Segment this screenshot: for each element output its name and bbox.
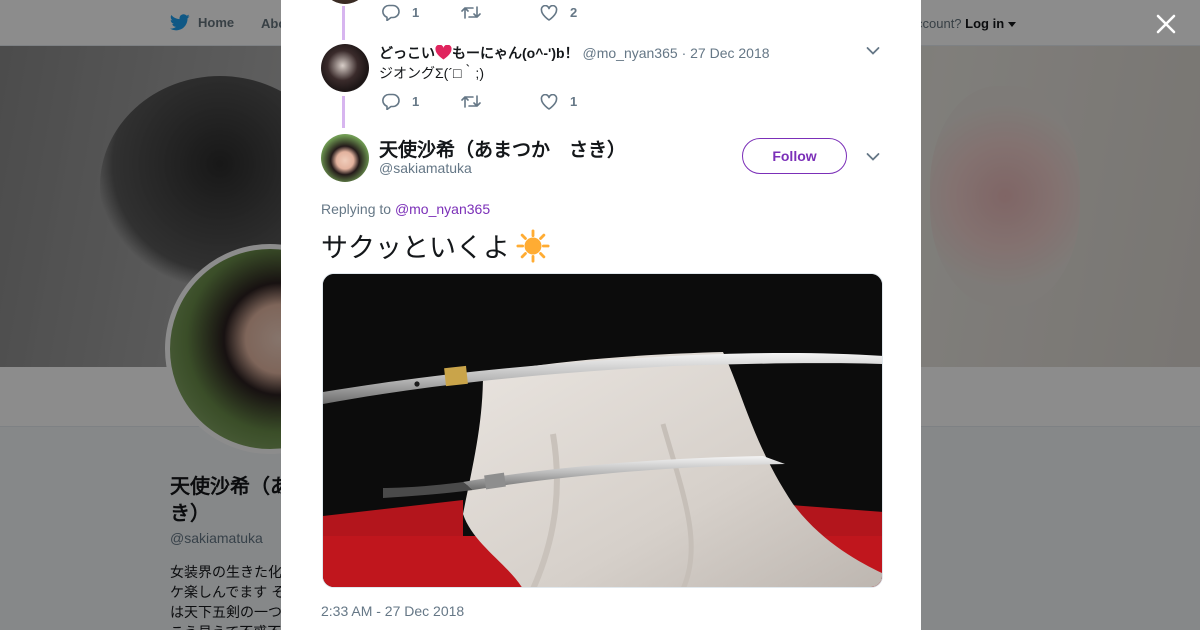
replying-to-handle-link[interactable]: @mo_nyan365 xyxy=(395,201,490,217)
reply-2-separator: · xyxy=(681,45,687,61)
main-tweet-avatar[interactable] xyxy=(321,134,369,182)
reply-count: 1 xyxy=(412,94,420,109)
like-count: 2 xyxy=(570,5,578,20)
reply-2-actions: 1 1 xyxy=(382,93,619,110)
thread-connector-line xyxy=(342,6,345,40)
sun-emoji-icon xyxy=(516,228,550,263)
tweet-photo[interactable] xyxy=(322,273,883,588)
follow-button[interactable]: Follow xyxy=(742,138,847,174)
tweet-permalink-modal: 1 2 どっこい もーにゃん(o^-')b！ @mo_nyan365 · 27 D… xyxy=(281,0,921,630)
main-tweet-author-handle[interactable]: @sakiamatuka xyxy=(379,160,472,176)
tweet-timestamp: 2:33 AM - 27 Dec 2018 xyxy=(321,603,465,619)
retweet-icon xyxy=(461,6,481,19)
reply-button[interactable]: 1 xyxy=(382,93,461,110)
red-heart-emoji-icon xyxy=(435,44,452,60)
reply-icon xyxy=(382,4,400,21)
main-tweet-author-name[interactable]: 天使沙希（あまつか さき） xyxy=(379,135,626,162)
replying-to-line: Replying to @mo_nyan365 xyxy=(321,201,490,217)
reply-button[interactable]: 1 xyxy=(382,4,461,21)
retweet-button[interactable] xyxy=(461,94,540,109)
reply-2-handle[interactable]: @mo_nyan365 xyxy=(583,45,678,61)
like-count: 1 xyxy=(570,94,578,109)
reply-2-text: ジオングΣ(´□｀;) xyxy=(379,65,484,81)
reply-1-avatar[interactable] xyxy=(321,0,369,4)
retweet-button[interactable] xyxy=(461,5,540,20)
reply-2-name-prefix: どっこい xyxy=(379,45,435,61)
reply-2-header: どっこい もーにゃん(o^-')b！ @mo_nyan365 · 27 Dec 2… xyxy=(379,43,770,63)
reply-2-avatar[interactable] xyxy=(321,44,369,92)
heart-icon xyxy=(540,4,558,21)
main-tweet-text-body: サクッといくよ xyxy=(321,233,510,263)
reply-2-name-suffix: もーにゃん(o^-')b！ xyxy=(452,45,579,61)
like-button[interactable]: 2 xyxy=(540,4,619,21)
reply-icon xyxy=(382,93,400,110)
reply-1-actions: 1 2 xyxy=(382,4,619,21)
thread-connector-line xyxy=(342,96,345,128)
chevron-down-icon[interactable] xyxy=(866,46,880,56)
main-tweet-text: サクッといくよ xyxy=(321,226,550,265)
chevron-down-icon[interactable] xyxy=(866,152,880,162)
retweet-icon xyxy=(461,95,481,108)
like-button[interactable]: 1 xyxy=(540,93,619,110)
close-icon[interactable] xyxy=(1152,10,1180,38)
reply-count: 1 xyxy=(412,5,420,20)
reply-2-date[interactable]: 27 Dec 2018 xyxy=(690,45,769,61)
reply-2-author-name[interactable]: どっこい もーにゃん(o^-')b！ xyxy=(379,44,583,61)
replying-to-label: Replying to xyxy=(321,201,392,217)
heart-icon xyxy=(540,93,558,110)
katana-photo xyxy=(323,274,882,587)
